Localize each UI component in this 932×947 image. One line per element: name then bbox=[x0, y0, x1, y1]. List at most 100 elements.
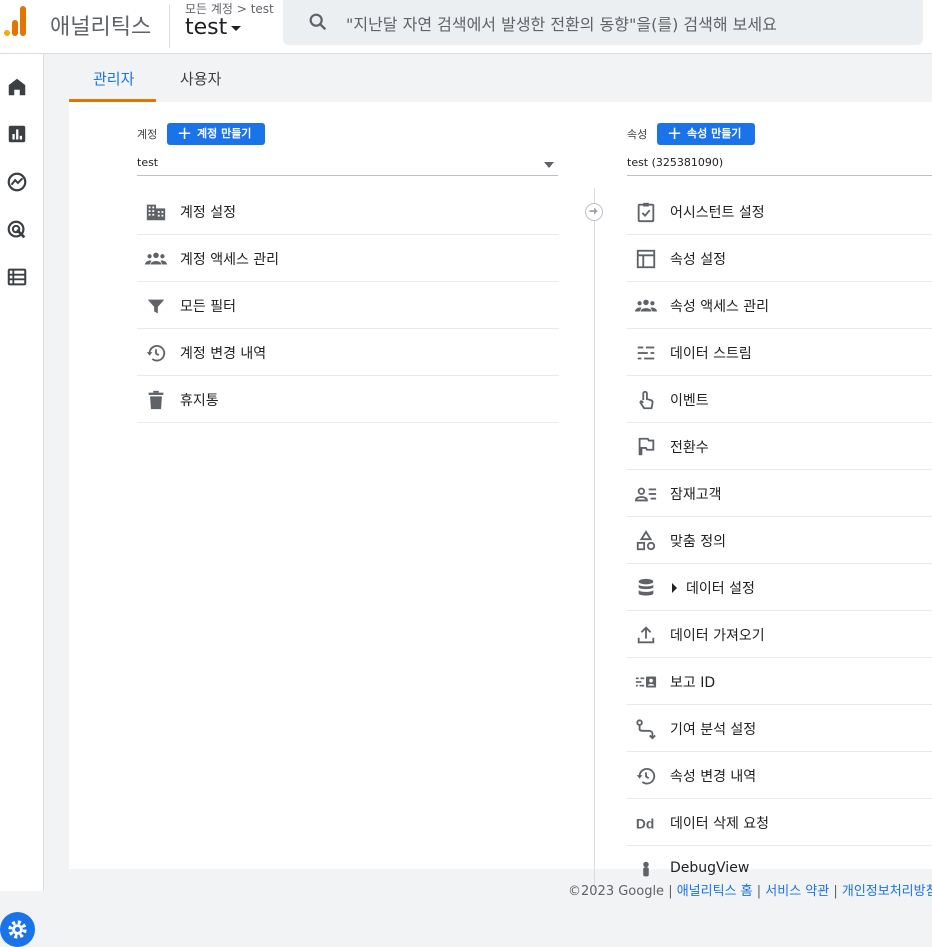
menu-item-audiences[interactable]: 잠재고객 bbox=[627, 470, 932, 517]
menu-item-label: 전환수 bbox=[670, 440, 709, 456]
checklist-icon bbox=[637, 202, 655, 223]
header-divider bbox=[169, 4, 170, 48]
menu-item-label: 속성 설정 bbox=[670, 252, 726, 268]
account-column-label: 계정 bbox=[137, 128, 158, 141]
menu-item-label: 맞춤 정의 bbox=[670, 534, 726, 550]
menu-item-label: 속성 액세스 관리 bbox=[670, 299, 770, 315]
footer-link-terms[interactable]: 서비스 약관 bbox=[765, 884, 829, 899]
configure-icon[interactable] bbox=[6, 266, 28, 288]
create-account-button[interactable]: + 계정 만들기 bbox=[167, 123, 266, 145]
create-property-label: 속성 만들기 bbox=[687, 127, 742, 140]
footer-link-home[interactable]: 애널리틱스 홈 bbox=[677, 884, 753, 899]
menu-item-account-access[interactable]: 계정 액세스 관리 bbox=[137, 235, 559, 282]
menu-item-data-import[interactable]: 데이터 가져오기 bbox=[627, 611, 932, 658]
debug-icon bbox=[643, 861, 649, 877]
breadcrumb-separator: > bbox=[236, 2, 247, 16]
caret-down-icon bbox=[231, 25, 242, 31]
menu-item-account-history[interactable]: 계정 변경 내역 bbox=[137, 329, 559, 376]
footer: ©2023 Google | 애널리틱스 홈 | 서비스 약관 | 개인정보처리… bbox=[568, 880, 932, 899]
menu-item-custom-definitions[interactable]: 맞춤 정의 bbox=[627, 517, 932, 564]
menu-item-data-deletion[interactable]: Dd 데이터 삭제 요청 bbox=[627, 799, 932, 846]
flag-icon bbox=[638, 437, 655, 456]
menu-item-label: 데이터 설정 bbox=[686, 581, 755, 597]
property-picker[interactable]: test bbox=[185, 15, 242, 40]
menu-item-attribution-settings[interactable]: 기여 분석 설정 bbox=[627, 705, 932, 752]
menu-item-label: 휴지통 bbox=[180, 393, 219, 409]
history-icon bbox=[146, 344, 166, 362]
menu-item-label: 이벤트 bbox=[670, 393, 709, 409]
menu-item-assistant-settings[interactable]: 어시스턴트 설정 bbox=[627, 188, 932, 235]
menu-item-label: 모든 필터 bbox=[180, 299, 236, 315]
account-selector-value: test bbox=[137, 156, 159, 169]
menu-item-label: 잠재고객 bbox=[670, 487, 722, 503]
building-icon bbox=[146, 204, 166, 221]
menu-item-all-filters[interactable]: 모든 필터 bbox=[137, 282, 559, 329]
menu-item-conversions[interactable]: 전환수 bbox=[627, 423, 932, 470]
layout-icon bbox=[636, 249, 656, 269]
streams-icon bbox=[637, 346, 655, 360]
menu-item-data-streams[interactable]: 데이터 스트림 bbox=[627, 329, 932, 376]
property-selector[interactable]: test (325381090) bbox=[627, 156, 932, 176]
search-placeholder: "지난달 자연 검색에서 발생한 전환의 동향"을(를) 검색해 보세요 bbox=[346, 15, 777, 34]
menu-item-label: 계정 변경 내역 bbox=[180, 346, 267, 362]
advertising-icon[interactable] bbox=[6, 219, 28, 241]
people-icon bbox=[145, 252, 167, 265]
create-account-label: 계정 만들기 bbox=[197, 127, 252, 140]
menu-item-property-history[interactable]: 속성 변경 내역 bbox=[627, 752, 932, 799]
menu-item-data-settings[interactable]: 데이터 설정 bbox=[627, 564, 932, 611]
people-icon bbox=[635, 299, 657, 312]
tab-user[interactable]: 사용자 bbox=[180, 68, 221, 89]
attribution-icon bbox=[636, 719, 656, 740]
plus-icon: + bbox=[177, 123, 193, 144]
admin-tabs: 관리자 사용자 bbox=[45, 54, 932, 102]
dropdown-arrow-icon bbox=[544, 162, 554, 168]
top-app-bar: 애널리틱스 모든 계정 > test test "지난달 자연 검색에서 발생한… bbox=[0, 0, 932, 54]
explore-icon[interactable] bbox=[6, 171, 28, 193]
property-selector-value: test (325381090) bbox=[627, 156, 724, 169]
property-column-label: 속성 bbox=[627, 128, 648, 141]
menu-item-label: 기여 분석 설정 bbox=[670, 722, 757, 738]
menu-item-reporting-id[interactable]: 보고 ID bbox=[627, 658, 932, 705]
settings-icon[interactable] bbox=[0, 912, 35, 947]
reports-icon[interactable] bbox=[6, 123, 28, 145]
home-icon[interactable] bbox=[6, 76, 28, 98]
menu-item-trash[interactable]: 휴지통 bbox=[137, 376, 559, 423]
menu-item-label: 보고 ID bbox=[670, 675, 716, 691]
menu-item-property-settings[interactable]: 속성 설정 bbox=[627, 235, 932, 282]
upload-icon bbox=[637, 626, 655, 644]
copyright: ©2023 Google bbox=[568, 884, 665, 899]
analytics-logo-icon[interactable] bbox=[4, 6, 32, 36]
audience-icon bbox=[635, 487, 657, 502]
create-property-button[interactable]: + 속성 만들기 bbox=[657, 123, 756, 145]
plus-icon: + bbox=[667, 123, 683, 144]
menu-item-property-access[interactable]: 속성 액세스 관리 bbox=[627, 282, 932, 329]
menu-item-account-settings[interactable]: 계정 설정 bbox=[137, 188, 559, 235]
app-name[interactable]: 애널리틱스 bbox=[50, 9, 151, 41]
menu-item-label: 계정 액세스 관리 bbox=[180, 252, 280, 268]
tab-admin[interactable]: 관리자 bbox=[93, 68, 134, 89]
menu-item-events[interactable]: 이벤트 bbox=[627, 376, 932, 423]
breadcrumb-all-accounts: 모든 계정 bbox=[185, 2, 233, 16]
menu-item-label: 데이터 삭제 요청 bbox=[670, 816, 770, 832]
menu-item-label: 계정 설정 bbox=[180, 205, 236, 221]
menu-item-label: DebugView bbox=[670, 860, 750, 876]
account-selector[interactable]: test bbox=[137, 156, 558, 176]
footer-link-privacy[interactable]: 개인정보처리방침 bbox=[842, 884, 932, 899]
menu-item-label: 데이터 가져오기 bbox=[670, 628, 765, 644]
data-deletion-icon: Dd bbox=[636, 817, 654, 832]
svg-text:Dd: Dd bbox=[636, 817, 654, 832]
menu-item-label: 속성 변경 내역 bbox=[670, 769, 757, 785]
reporting-id-icon bbox=[635, 676, 657, 688]
shapes-icon bbox=[636, 530, 656, 551]
menu-item-label: 어시스턴트 설정 bbox=[670, 205, 765, 221]
expand-arrow-icon[interactable] bbox=[672, 583, 677, 593]
touch-icon bbox=[639, 390, 654, 410]
breadcrumb-account: test bbox=[250, 2, 274, 16]
column-divider bbox=[594, 188, 595, 891]
history-icon bbox=[636, 767, 656, 785]
search-bar[interactable]: "지난달 자연 검색에서 발생한 전환의 동향"을(를) 검색해 보세요 bbox=[283, 0, 923, 45]
search-icon bbox=[309, 13, 327, 31]
filter-icon bbox=[147, 299, 165, 314]
arrow-right-icon bbox=[585, 203, 603, 221]
menu-item-label: 데이터 스트림 bbox=[670, 346, 752, 362]
